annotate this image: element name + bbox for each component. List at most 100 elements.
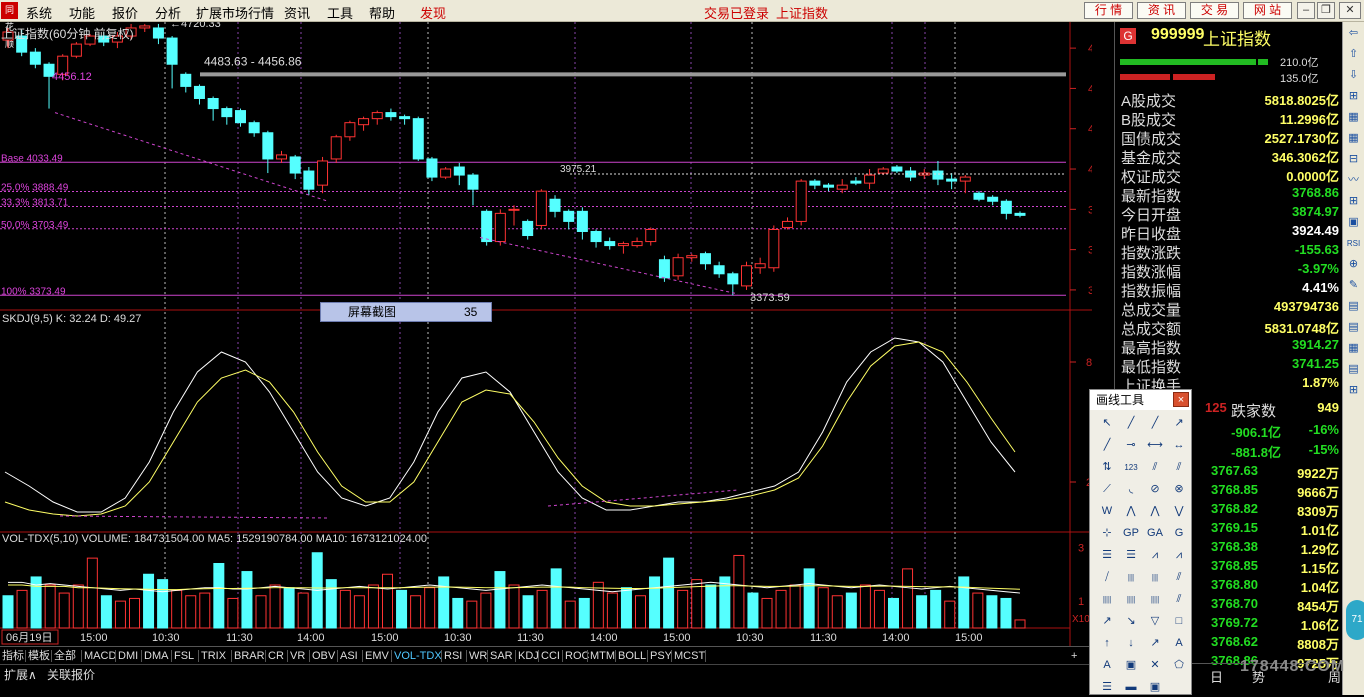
draw-tool-icon[interactable]: ⟷ xyxy=(1144,436,1166,455)
draw-tool-icon[interactable]: A xyxy=(1096,656,1118,675)
indicator-tab-sar[interactable]: SAR xyxy=(490,648,513,664)
draw-tool-icon[interactable]: ⋁ xyxy=(1168,502,1190,521)
related-quotes-tab[interactable]: 关联报价 xyxy=(47,666,95,682)
draw-tool-icon[interactable]: ⊹ xyxy=(1096,524,1118,543)
draw-tool-icon[interactable]: ↓ xyxy=(1120,634,1142,653)
draw-tool-icon[interactable]: ↗ xyxy=(1096,612,1118,631)
toolstrip-icon[interactable]: ▤ xyxy=(1345,361,1362,378)
close-button[interactable]: ✕ xyxy=(1339,2,1361,19)
menu-quote[interactable]: 报价 xyxy=(112,3,138,22)
draw-tool-icon[interactable]: ⟋ xyxy=(1096,480,1118,499)
indicator-tab-roc[interactable]: ROC xyxy=(565,648,589,664)
menu-help[interactable]: 帮助 xyxy=(369,3,395,22)
side-float-badge[interactable]: 71 xyxy=(1346,600,1364,640)
indicator-tab-vol-tdx[interactable]: VOL-TDX xyxy=(394,648,442,664)
indicator-tab-macd[interactable]: MACD xyxy=(84,648,116,664)
draw-tool-icon[interactable]: |||| xyxy=(1096,590,1118,609)
draw-tool-icon[interactable]: ╱ xyxy=(1120,414,1142,433)
chart-canvas[interactable]: 4600 4400 4200 4000 3800 3600 3400 4483.63 - 44… xyxy=(0,18,1114,646)
draw-tool-icon[interactable]: ↗ xyxy=(1144,634,1166,653)
indicator-tab-asi[interactable]: ASI xyxy=(340,648,358,664)
draw-tool-icon[interactable]: GP xyxy=(1120,524,1142,543)
toolstrip-icon[interactable]: ▤ xyxy=(1345,319,1362,336)
draw-tool-icon[interactable]: W xyxy=(1096,502,1118,521)
toolstrip-icon[interactable]: ⊞ xyxy=(1345,88,1362,105)
toolstrip-icon[interactable]: 〰 xyxy=(1345,172,1362,189)
toolstrip-icon[interactable]: ✎ xyxy=(1345,277,1362,294)
menu-analysis[interactable]: 分析 xyxy=(155,3,181,22)
draw-tool-icon[interactable]: G xyxy=(1168,524,1190,543)
indicator-tab-模板[interactable]: 模板 xyxy=(28,648,50,664)
indicator-tab-指标[interactable]: 指标 xyxy=(2,648,24,664)
draw-tool-icon[interactable]: ⋀ xyxy=(1120,502,1142,521)
indicator-tab-trix[interactable]: TRIX xyxy=(201,648,226,664)
menu-tools[interactable]: 工具 xyxy=(327,3,353,22)
draw-tool-icon[interactable]: |||| xyxy=(1144,590,1166,609)
indicator-tab-wr[interactable]: WR xyxy=(469,648,487,664)
toolstrip-icon[interactable]: ▦ xyxy=(1345,130,1362,147)
indicator-tab-全部[interactable]: 全部 xyxy=(54,648,76,664)
restore-button[interactable]: ❐ xyxy=(1317,2,1335,19)
toolstrip-icon[interactable]: ▣ xyxy=(1345,214,1362,231)
indicator-tab-rsi[interactable]: RSI xyxy=(444,648,462,664)
indicator-tab-boll[interactable]: BOLL xyxy=(618,648,646,664)
draw-tool-icon[interactable]: 123 xyxy=(1120,458,1142,477)
draw-tool-icon[interactable]: ⊗ xyxy=(1168,480,1190,499)
indicator-tab-kdj[interactable]: KDJ xyxy=(518,648,539,664)
draw-tool-icon[interactable]: A xyxy=(1168,634,1190,653)
indicator-tab-emv[interactable]: EMV xyxy=(365,648,389,664)
draw-tool-icon[interactable]: ╱ xyxy=(1144,414,1166,433)
menu-discover[interactable]: 发现 xyxy=(420,3,446,22)
toolstrip-icon[interactable]: ⇧ xyxy=(1345,46,1362,63)
toolstrip-icon[interactable]: ▤ xyxy=(1345,298,1362,315)
draw-tool-icon[interactable]: ⫽ xyxy=(1168,590,1190,609)
website-button[interactable]: 网 站 xyxy=(1243,2,1292,19)
draw-tool-icon[interactable]: ||| xyxy=(1144,568,1166,587)
indicator-tab-dma[interactable]: DMA xyxy=(144,648,168,664)
draw-tool-icon[interactable]: ◟ xyxy=(1120,480,1142,499)
draw-tool-icon[interactable]: ⧸ xyxy=(1096,568,1118,587)
news-button[interactable]: 资 讯 xyxy=(1137,2,1186,19)
indicator-tab-brar[interactable]: BRAR xyxy=(234,648,265,664)
draw-tool-icon[interactable]: ⬠ xyxy=(1168,656,1190,675)
draw-tool-icon[interactable]: ⊘ xyxy=(1144,480,1166,499)
draw-tool-icon[interactable]: ⫽ xyxy=(1168,458,1190,477)
draw-tool-icon[interactable]: |||| xyxy=(1120,590,1142,609)
draw-tool-icon[interactable]: ↔ xyxy=(1168,436,1190,455)
draw-tool-icon[interactable]: ▬ xyxy=(1120,678,1142,697)
chart-area[interactable]: 4600 4400 4200 4000 3800 3600 3400 4483.63 - 44… xyxy=(0,18,1114,646)
add-indicator-button[interactable]: + xyxy=(1071,648,1077,664)
toolstrip-icon[interactable]: RSI xyxy=(1345,235,1362,252)
draw-tool-icon[interactable]: ⩘ xyxy=(1168,546,1190,565)
indicator-tab-mtm[interactable]: MTM xyxy=(590,648,615,664)
menu-extended-market[interactable]: 扩展市场行情 xyxy=(196,3,274,22)
draw-tool-icon[interactable]: ✕ xyxy=(1144,656,1166,675)
expand-tab[interactable]: 扩展∧ xyxy=(4,666,37,682)
menu-function[interactable]: 功能 xyxy=(69,3,95,22)
draw-tool-icon[interactable]: ⫽ xyxy=(1144,458,1166,477)
draw-tool-icon[interactable]: GA xyxy=(1144,524,1166,543)
indicator-tab-cci[interactable]: CCI xyxy=(541,648,560,664)
drawing-tools-close-icon[interactable]: × xyxy=(1173,392,1189,407)
indicator-tab-psy[interactable]: PSY xyxy=(650,648,672,664)
draw-tool-icon[interactable]: ↑ xyxy=(1096,634,1118,653)
draw-tool-icon[interactable]: ↘ xyxy=(1120,612,1142,631)
draw-tool-icon[interactable]: ||| xyxy=(1120,568,1142,587)
indicator-tab-fsl[interactable]: FSL xyxy=(174,648,194,664)
draw-tool-icon[interactable]: ▣ xyxy=(1144,678,1166,697)
toolstrip-icon[interactable]: ▦ xyxy=(1345,109,1362,126)
draw-tool-icon[interactable]: □ xyxy=(1168,612,1190,631)
draw-tool-icon[interactable]: ⊸ xyxy=(1120,436,1142,455)
minimize-button[interactable]: – xyxy=(1297,2,1315,19)
toolstrip-icon[interactable]: ⇦ xyxy=(1345,25,1362,42)
indicator-tab-vr[interactable]: VR xyxy=(290,648,305,664)
draw-tool-icon[interactable]: ⫽ xyxy=(1168,568,1190,587)
toolstrip-icon[interactable]: ⊕ xyxy=(1345,256,1362,273)
indicator-tab-mcst[interactable]: MCST xyxy=(674,648,705,664)
draw-tool-icon[interactable]: ▽ xyxy=(1144,612,1166,631)
draw-tool-icon[interactable]: ☰ xyxy=(1120,546,1142,565)
indicator-tab-obv[interactable]: OBV xyxy=(312,648,335,664)
toolstrip-icon[interactable]: ▦ xyxy=(1345,340,1362,357)
menu-system[interactable]: 系统 xyxy=(26,3,52,22)
toolstrip-icon[interactable]: ⇩ xyxy=(1345,67,1362,84)
